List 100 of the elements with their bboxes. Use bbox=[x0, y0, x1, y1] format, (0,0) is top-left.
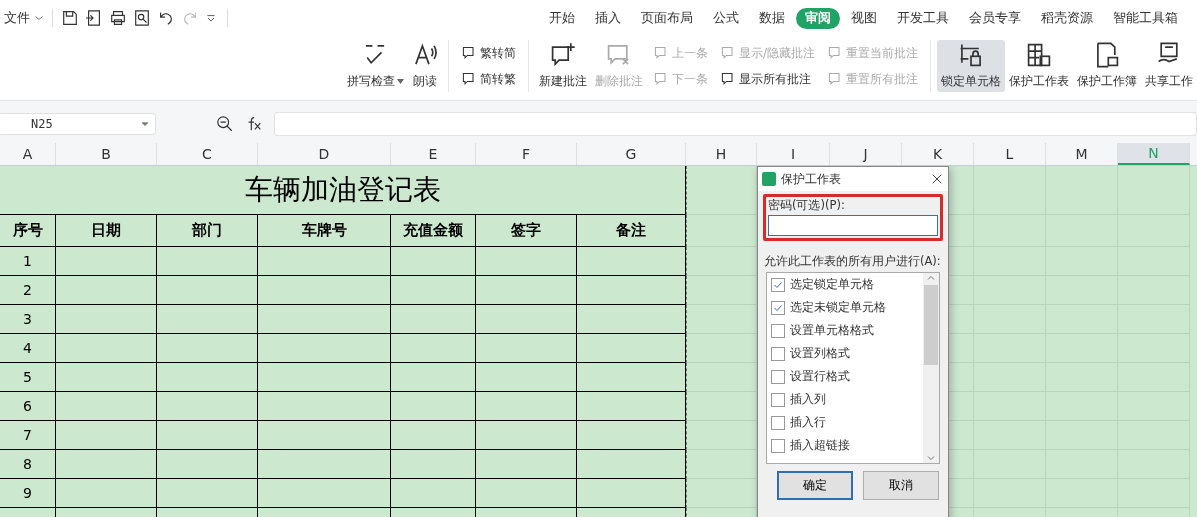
name-box[interactable]: N25 bbox=[0, 113, 156, 135]
menu-tab[interactable]: 页面布局 bbox=[632, 7, 702, 29]
ribbon-button[interactable]: 新建批注 bbox=[534, 40, 591, 92]
ribbon-button[interactable]: 锁定单元格 bbox=[937, 40, 1005, 92]
table-cell[interactable] bbox=[258, 450, 391, 479]
column-header[interactable]: F bbox=[476, 143, 577, 165]
column-header[interactable]: K bbox=[902, 143, 974, 165]
menu-tab[interactable]: 视图 bbox=[842, 7, 886, 29]
permission-option[interactable]: 插入列 bbox=[771, 391, 919, 408]
ribbon-button[interactable]: 保护工作簿 bbox=[1073, 40, 1141, 92]
table-cell[interactable] bbox=[391, 392, 476, 421]
column-header[interactable]: I bbox=[757, 143, 830, 165]
table-cell[interactable] bbox=[577, 305, 686, 334]
table-cell[interactable] bbox=[391, 305, 476, 334]
column-header[interactable]: G bbox=[577, 143, 686, 165]
ribbon-button[interactable]: 简转繁 bbox=[458, 68, 518, 90]
table-cell[interactable] bbox=[157, 305, 258, 334]
table-cell[interactable] bbox=[258, 392, 391, 421]
table-cell[interactable] bbox=[56, 305, 157, 334]
table-cell[interactable] bbox=[476, 276, 577, 305]
table-cell[interactable] bbox=[157, 363, 258, 392]
menu-tab[interactable]: 稻壳资源 bbox=[1032, 7, 1102, 29]
column-header[interactable]: L bbox=[974, 143, 1046, 165]
table-cell[interactable] bbox=[391, 363, 476, 392]
table-cell[interactable] bbox=[157, 421, 258, 450]
checkbox[interactable] bbox=[771, 438, 785, 453]
table-cell[interactable] bbox=[258, 363, 391, 392]
checkbox[interactable] bbox=[771, 415, 785, 430]
permission-option[interactable]: 选定锁定单元格 bbox=[771, 276, 919, 293]
ribbon-button[interactable]: 保护工作表 bbox=[1005, 40, 1073, 92]
table-cell[interactable] bbox=[258, 305, 391, 334]
table-cell[interactable] bbox=[157, 392, 258, 421]
ribbon-button[interactable]: 共享工作 bbox=[1141, 40, 1197, 92]
table-cell[interactable] bbox=[476, 479, 577, 508]
checkbox[interactable] bbox=[771, 346, 785, 361]
table-cell[interactable] bbox=[157, 479, 258, 508]
table-cell[interactable] bbox=[577, 479, 686, 508]
table-cell[interactable] bbox=[391, 450, 476, 479]
table-cell[interactable] bbox=[56, 276, 157, 305]
table-cell[interactable] bbox=[258, 479, 391, 508]
menu-tab[interactable]: 开始 bbox=[540, 7, 584, 29]
column-header[interactable]: B bbox=[56, 143, 157, 165]
table-cell[interactable] bbox=[258, 247, 391, 276]
table-cell[interactable] bbox=[56, 450, 157, 479]
file-menu[interactable]: 文件 bbox=[4, 9, 53, 27]
table-cell[interactable] bbox=[56, 363, 157, 392]
menu-tab[interactable]: 插入 bbox=[586, 7, 630, 29]
table-cell[interactable] bbox=[476, 421, 577, 450]
table-cell[interactable] bbox=[258, 276, 391, 305]
table-cell[interactable] bbox=[577, 450, 686, 479]
table-cell[interactable] bbox=[391, 276, 476, 305]
menu-tab[interactable]: 会员专享 bbox=[960, 7, 1030, 29]
table-cell[interactable] bbox=[391, 247, 476, 276]
ribbon-button[interactable]: 繁转简 bbox=[458, 42, 518, 64]
table-cell[interactable] bbox=[577, 421, 686, 450]
table-cell[interactable] bbox=[476, 450, 577, 479]
permission-option[interactable]: 插入行 bbox=[771, 414, 919, 431]
grid-cell[interactable] bbox=[1046, 166, 1118, 215]
column-header[interactable]: A bbox=[0, 143, 56, 165]
table-cell[interactable] bbox=[476, 334, 577, 363]
ribbon-button[interactable]: 拼写检查 bbox=[342, 40, 408, 92]
checkbox[interactable] bbox=[771, 369, 785, 384]
table-cell[interactable] bbox=[258, 334, 391, 363]
table-cell[interactable] bbox=[577, 334, 686, 363]
checkbox[interactable] bbox=[771, 323, 785, 338]
permission-option[interactable]: 设置列格式 bbox=[771, 345, 919, 362]
column-header[interactable]: J bbox=[830, 143, 902, 165]
table-cell[interactable] bbox=[56, 392, 157, 421]
ribbon-button[interactable]: 显示所有批注 bbox=[717, 68, 817, 90]
table-cell[interactable] bbox=[476, 363, 577, 392]
table-cell[interactable] bbox=[157, 247, 258, 276]
menu-tab[interactable]: 开发工具 bbox=[888, 7, 958, 29]
permission-option[interactable]: 插入超链接 bbox=[771, 437, 919, 454]
table-cell[interactable] bbox=[391, 334, 476, 363]
grid-cell[interactable] bbox=[1118, 166, 1190, 215]
grid-cell[interactable] bbox=[974, 166, 1046, 215]
menu-tab[interactable]: 公式 bbox=[704, 7, 748, 29]
table-cell[interactable] bbox=[56, 334, 157, 363]
cancel-button[interactable]: 取消 bbox=[863, 471, 939, 500]
table-cell[interactable] bbox=[157, 276, 258, 305]
column-header[interactable]: D bbox=[258, 143, 391, 165]
table-cell[interactable] bbox=[56, 479, 157, 508]
table-cell[interactable] bbox=[258, 421, 391, 450]
table-cell[interactable] bbox=[577, 363, 686, 392]
table-cell[interactable] bbox=[577, 276, 686, 305]
menu-tab[interactable]: 智能工具箱 bbox=[1104, 7, 1187, 29]
permission-option[interactable]: 设置行格式 bbox=[771, 368, 919, 385]
menu-tab[interactable]: 数据 bbox=[750, 7, 794, 29]
permission-option[interactable]: 选定未锁定单元格 bbox=[771, 299, 919, 316]
table-cell[interactable] bbox=[157, 450, 258, 479]
scrollbar-thumb[interactable] bbox=[924, 285, 938, 365]
ribbon-button[interactable]: 朗读 bbox=[407, 40, 442, 92]
column-header[interactable]: H bbox=[686, 143, 757, 165]
checkbox[interactable] bbox=[771, 277, 785, 292]
ok-button[interactable]: 确定 bbox=[777, 471, 853, 500]
table-cell[interactable] bbox=[391, 479, 476, 508]
table-cell[interactable] bbox=[56, 421, 157, 450]
table-cell[interactable] bbox=[577, 247, 686, 276]
table-cell[interactable] bbox=[476, 392, 577, 421]
checkbox[interactable] bbox=[771, 392, 785, 407]
